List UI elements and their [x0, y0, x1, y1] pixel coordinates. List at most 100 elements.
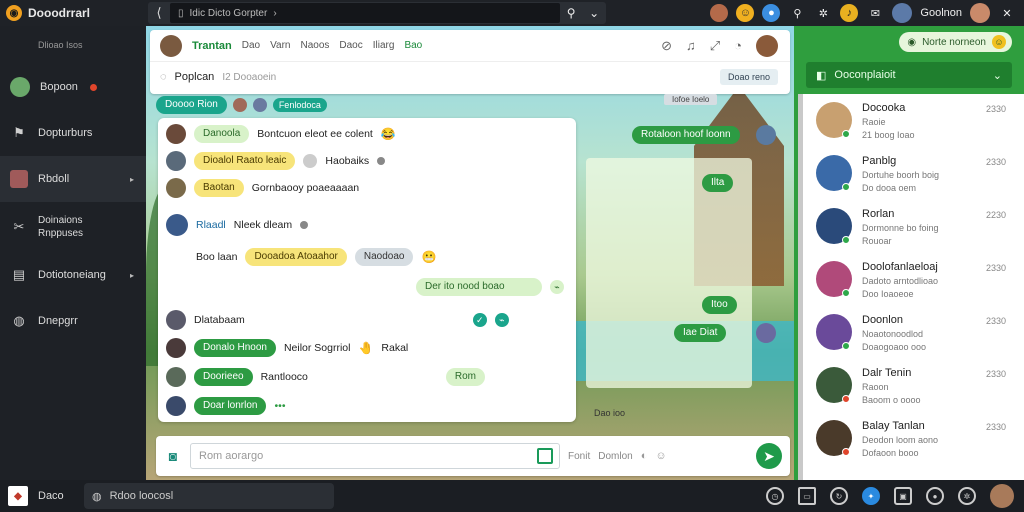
emoji-icon[interactable]: ☺ [655, 450, 666, 462]
smiley-icon[interactable]: ☺ [736, 4, 755, 22]
header-link-3[interactable]: Naoos [300, 40, 329, 51]
message-pill[interactable]: Baotan [194, 179, 244, 197]
contact-line1: Dadoto arntodlioao [862, 276, 939, 286]
message-pill[interactable]: Naodoao [354, 248, 414, 266]
options-button[interactable]: Domlon [598, 451, 632, 462]
format-button[interactable]: Fonit [568, 451, 590, 462]
sidebar-item-4[interactable]: ▤ Dotiotoneiang ▸ [0, 252, 146, 298]
header-link-1[interactable]: Dao [242, 40, 260, 51]
avatar [166, 367, 186, 387]
smiley-icon: ☺ [992, 35, 1006, 49]
message-label: Boo laan [196, 251, 238, 263]
contact-item[interactable]: Balay Tanlan Deodon loom aono Dofaoon bo… [798, 412, 1024, 465]
sidebar-item-0[interactable]: Bopoon [0, 64, 146, 110]
header-action-button[interactable]: Doao reno [719, 69, 778, 85]
sidebar-item-2[interactable]: Rbdoll ▸ [0, 156, 146, 202]
message-input[interactable]: Rom aorargo [190, 443, 560, 469]
bottom-label[interactable]: Daco [38, 490, 64, 502]
contact-item[interactable]: Doonlon Noaotonoodlod Doaogoaoo ooo 2330 [798, 306, 1024, 359]
tag-row: Doooo Rion Fenlodoca [156, 96, 327, 114]
attach-icon[interactable]: ⊘ [661, 38, 672, 54]
message-pill[interactable]: Rom [445, 368, 485, 386]
contact-time: 2330 [985, 422, 1006, 432]
message-pill[interactable]: Danoola [194, 125, 250, 143]
contact-item[interactable]: Rorlan Dormonne bo foing Rouoar 2230 [798, 200, 1024, 253]
message-row: Dioalol Raato leaic Haobaiks [166, 151, 386, 171]
tag-avatar [252, 98, 267, 112]
chat-title-link[interactable]: Trantan [192, 40, 232, 52]
bottom-search[interactable]: ◍ Rdoo loocosl [84, 483, 334, 509]
contact-item[interactable]: Docooka Raoie 21 boog Ioao 2330 [798, 94, 1024, 147]
topic-tag[interactable]: Doooo Rion [156, 96, 227, 114]
avatar [756, 323, 776, 343]
expand-icon[interactable]: ⤢ [710, 38, 720, 54]
search-icon[interactable]: ⚲ [567, 6, 576, 20]
message-composer: ◙ Rom aorargo Fonit Domlon ◐ ☺ ➤ [156, 436, 790, 476]
outgoing-bubble[interactable]: Rotaloon hoof loonn [632, 126, 740, 144]
user-name[interactable]: Goolnon [920, 7, 962, 19]
app-brand[interactable]: ◉ Dooodrrarl [0, 5, 146, 21]
message-pill[interactable]: Dooadoa Atoaahor [245, 248, 347, 266]
link-icon[interactable]: ⌁ [550, 280, 564, 294]
camera-icon[interactable]: ◙ [164, 447, 182, 465]
header-link-2[interactable]: Varn [270, 40, 290, 51]
attachment-icon[interactable] [537, 448, 553, 464]
settings-icon[interactable]: ✲ [814, 4, 832, 22]
window-icon[interactable]: ▭ [798, 487, 816, 505]
contacts-selector[interactable]: ◧ Ooconplaioit ⌄ [806, 62, 1012, 88]
close-icon[interactable]: ✕ [998, 4, 1016, 22]
message-pill[interactable]: Doorieeo [194, 368, 253, 386]
camera-icon[interactable]: ▣ [894, 487, 912, 505]
contact-line1: Noaotonoodlod [862, 329, 924, 339]
sidebar-item-3[interactable]: ✂ Doinaions Rnppuses [0, 202, 146, 252]
avatar [166, 214, 188, 236]
outgoing-bubble[interactable]: Ilta [702, 174, 734, 192]
contact-item[interactable]: Doolofanlaeloaj Dadoto arntodlioao Doo I… [798, 253, 1024, 306]
settings-icon[interactable]: ✲ [958, 487, 976, 505]
left-sidebar: Dlioao Isos Bopoon ⚑ Dopturburs Rbdoll ▸… [0, 26, 146, 480]
sticker-icon[interactable]: ◐ [641, 450, 648, 462]
status-toggle[interactable]: ◉ Norte norneon ☺ [899, 32, 1012, 52]
link-icon[interactable]: ⌁ [494, 313, 509, 327]
record-icon[interactable]: ● [926, 487, 944, 505]
timer-icon[interactable]: ◔ [734, 38, 742, 53]
bell-icon[interactable]: ♫ [686, 38, 696, 53]
header-link-4[interactable]: Daoc [339, 40, 362, 51]
header-link-6[interactable]: Bao [404, 40, 422, 51]
contact-item[interactable]: Dalr Tenin Raoon Baoom o oooo 2330 [798, 359, 1024, 412]
url-field[interactable]: ▯ Idic Dicto Gorpter › [170, 3, 560, 23]
message-text: Nleek dleam [233, 219, 293, 231]
message-pill[interactable]: Dioalol Raato leaic [194, 152, 296, 170]
profile-avatar[interactable] [710, 4, 729, 22]
notification-icon[interactable]: ✉ [866, 4, 884, 22]
send-button[interactable]: ➤ [756, 443, 782, 469]
header-link-5[interactable]: Iliarg [373, 40, 395, 51]
bird-icon[interactable]: ✦ [862, 487, 880, 505]
refresh-icon[interactable]: ↻ [830, 487, 848, 505]
outgoing-bubble[interactable]: Iae Diat [674, 324, 727, 342]
message-pill[interactable]: Der ito nood boao [416, 278, 542, 296]
app-logo-icon[interactable]: ◆ [8, 486, 28, 506]
search-icon[interactable]: ⚲ [788, 4, 806, 22]
contact-avatar[interactable] [756, 34, 778, 57]
globe-icon[interactable]: ● [762, 4, 781, 22]
timestamp: Dao ioo [594, 408, 626, 418]
user-avatar-2[interactable] [970, 3, 990, 23]
chevron-down-icon[interactable]: ⌄ [589, 6, 599, 20]
user-avatar[interactable] [892, 3, 913, 23]
outgoing-bubble[interactable]: Itoo [702, 296, 737, 314]
clock-icon[interactable]: ◷ [766, 487, 784, 505]
bell-icon[interactable]: ♪ [840, 4, 859, 22]
message-pill[interactable]: Donalo Hnoon [194, 339, 276, 357]
sidebar-item-5[interactable]: ◍ Dnepgrr [0, 298, 146, 344]
chat-avatar[interactable] [160, 34, 182, 57]
unread-badge [89, 83, 97, 91]
contact-line2: 21 boog Ioao [862, 130, 915, 140]
contact-item[interactable]: Panblg Dortuhe boorh boig Do dooa oem 23… [798, 147, 1024, 200]
user-avatar[interactable] [990, 484, 1014, 508]
search-text: Rdoo loocosl [109, 490, 174, 502]
tag-caption[interactable]: Fenlodoca [272, 98, 327, 112]
sidebar-item-1[interactable]: ⚑ Dopturburs [0, 110, 146, 156]
message-pill[interactable]: Doar lonrlon [194, 397, 267, 415]
back-arrow-icon[interactable]: ⟨ [148, 2, 170, 24]
